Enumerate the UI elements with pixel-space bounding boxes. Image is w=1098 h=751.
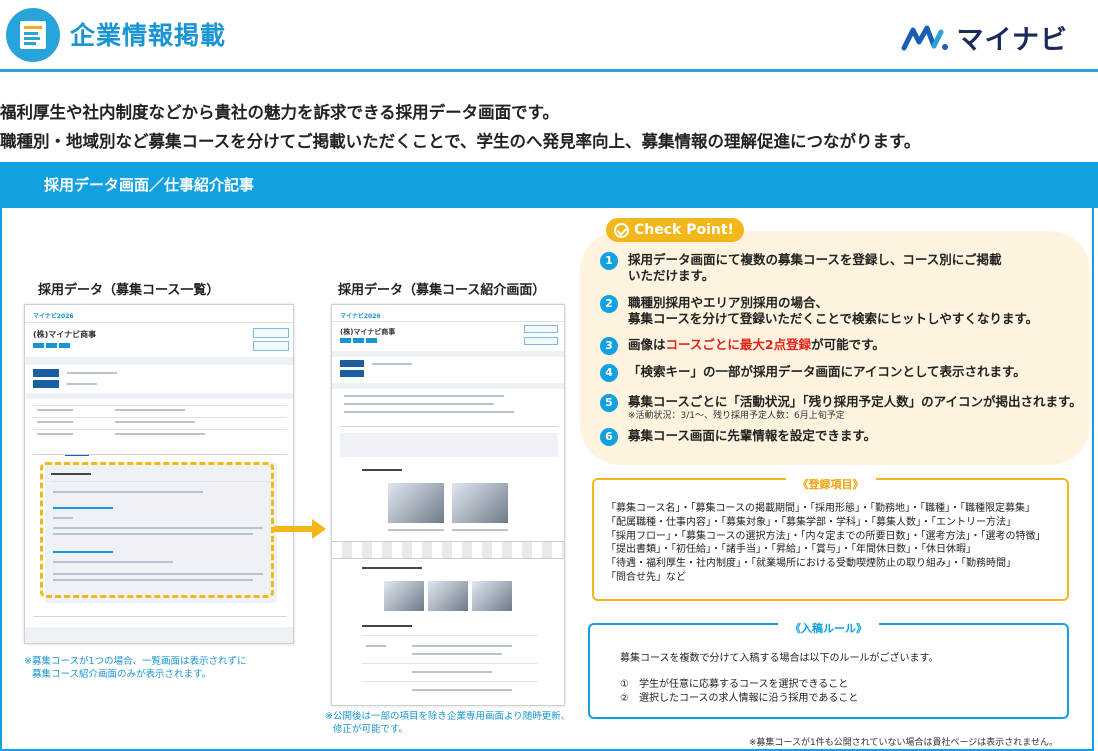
checkpoint-text: 募集コース画面に先輩情報を設定できます。 xyxy=(628,428,877,443)
checkpoint-text: いただけます。 xyxy=(628,268,715,283)
left-screen-caption: 採用データ（募集コース一覧） xyxy=(38,283,220,298)
checkpoint-item: 6 募集コース画面に先輩情報を設定できます。 xyxy=(600,428,876,446)
checkpoint-item: 1 採用データ画面にて複数の募集コースを登録し、コース別にご掲載 いただけます。 xyxy=(600,252,1002,284)
checkpoint-text: 職種別採用やエリア別採用の場合、 xyxy=(628,295,829,310)
right-note-line-2: 修正が可能です。 xyxy=(333,724,409,735)
rules-title: 《入稿ルール》 xyxy=(778,622,879,635)
checkpoint-highlight-text: コースごとに最大2点登録 xyxy=(665,337,812,352)
right-screen-note: ※公開後は一部の項目を除き企業専用画面より随時更新、 修正が可能です。 xyxy=(325,710,570,736)
section-band: 採用データ画面／仕事紹介記事 xyxy=(0,162,1098,208)
brand-name: マイナビ xyxy=(956,25,1068,56)
checkpoint-text: が可能です。 xyxy=(811,337,885,352)
footer-note: ※募集コースが1件も公開されていない場合は貴社ページは表示されません。 xyxy=(748,738,1058,748)
mini-company-name: (株)マイナビ商事 xyxy=(33,330,97,339)
course-detail-screenshot: マイナビ2026 (株)マイナビ商事 xyxy=(331,304,565,706)
registration-box: 《登録項目》 「募集コース名」・「募集コースの掲載期間」・「採用形態」・「勤務地… xyxy=(592,478,1069,601)
checkpoint-text: 「検索キー」の一部が採用データ画面にアイコンとして表示されます。 xyxy=(628,364,1026,379)
rules-item: ① 学生が任意に応募するコースを選択できること xyxy=(620,679,849,690)
registration-list: 「募集コース名」・「募集コースの掲載期間」・「採用形態」・「勤務地」・「職種」・… xyxy=(606,502,1061,585)
rules-lead: 募集コースを複数で分けて入稿する場合は以下のルールがございます。 xyxy=(620,653,939,664)
checkpoint-number: 6 xyxy=(600,428,618,446)
checkpoint-item: 2 職種別採用やエリア別採用の場合、 募集コースを分けて登録いただくことで検索に… xyxy=(600,295,1038,327)
checkpoint-text: 画像は xyxy=(628,337,666,352)
checkpoint-badge-label: Check Point! xyxy=(634,222,734,238)
mini-logo: マイナビ2026 xyxy=(33,313,74,320)
senior-photo-2 xyxy=(428,581,468,611)
right-screen-caption: 採用データ（募集コース紹介画面） xyxy=(338,283,546,298)
mynavi-logo-icon xyxy=(901,25,948,50)
left-note-line-2: 募集コース紹介画面のみが表示されます。 xyxy=(32,669,212,680)
registration-title: 《登録項目》 xyxy=(785,478,876,491)
intro-line-2: 職種別・地域別など募集コースを分けてご掲載いただくことで、学生のへ発見率向上、募… xyxy=(0,132,921,151)
right-note-line-1: ※公開後は一部の項目を除き企業専用画面より随時更新、 xyxy=(325,711,571,722)
checkpoint-badge: Check Point! xyxy=(606,218,744,242)
rules-box: 《入稿ルール》 募集コースを複数で分けて入稿する場合は以下のルールがございます。… xyxy=(588,622,1069,719)
checkpoint-item: 5 募集コースごとに「活動状況」「残り採用予定人数」のアイコンが掲出されます。 … xyxy=(600,394,1082,422)
checkpoint-item: 4 「検索キー」の一部が採用データ画面にアイコンとして表示されます。 xyxy=(600,364,1026,382)
checkpoint-text: 募集コースを分けて登録いただくことで検索にヒットしやすくなります。 xyxy=(628,311,1039,326)
registration-line: 「採用フロー」・「募集コースの選択方法」・「内々定までの所要日数」・「選考方法」… xyxy=(606,530,1046,542)
checkpoint-number: 1 xyxy=(600,252,618,270)
intro-text: 福利厚生や社内制度などから貴社の魅力を訴求できる採用データ画面です。 職種別・地… xyxy=(0,98,1098,156)
page-header: 企業情報掲載 マイナビ xyxy=(0,0,1098,72)
checkpoint-text: 募集コースごとに「活動状況」「残り採用予定人数」のアイコンが掲出されます。 xyxy=(628,394,1082,409)
arrow-right-icon xyxy=(274,519,326,539)
checkpoint-subnote: ※活動状況：3/1～、残り採用予定人数：6月上旬予定 xyxy=(628,411,845,421)
check-circle-icon xyxy=(614,222,629,238)
checkpoint-text: 採用データ画面にて複数の募集コースを登録し、コース別にご掲載 xyxy=(628,252,1002,267)
course-list-highlight xyxy=(40,462,274,598)
registration-line: 「提出書類」・「初任給」・「諸手当」・「昇給」・「賞与」・「年間休日数」・「休日… xyxy=(606,544,976,556)
left-note-line-1: ※募集コースが1つの場合、一覧画面は表示されずに xyxy=(24,656,247,667)
senior-photo-1 xyxy=(384,581,424,611)
checkpoint-number: 3 xyxy=(600,337,618,355)
registration-line: 「問合せ先」など xyxy=(606,571,686,583)
mini-logo-right: マイナビ2026 xyxy=(340,313,381,320)
intro-line-1: 福利厚生や社内制度などから貴社の魅力を訴求できる採用データ画面です。 xyxy=(0,103,560,122)
senior-photo-3 xyxy=(472,581,512,611)
registration-line: 「配属職種・仕事内容」・「募集対象」・「募集学部・学科」・「募集人数」・「エント… xyxy=(606,516,1016,528)
registration-line: 「待遇・福利厚生・社内制度」・「就業場所における受動喫煙防止の取り組み」・「勤務… xyxy=(606,558,1016,570)
checkpoint-number: 5 xyxy=(600,394,618,412)
page-title: 企業情報掲載 xyxy=(70,21,227,50)
document-icon xyxy=(6,8,60,62)
rules-item: ② 選択したコースの求人情報に沿う採用であること xyxy=(620,693,859,704)
course-photo-1 xyxy=(388,483,444,523)
checkpoint-number: 4 xyxy=(600,364,618,382)
section-title: 採用データ画面／仕事紹介記事 xyxy=(44,176,255,194)
course-photo-2 xyxy=(452,483,508,523)
mini-company-name-right: (株)マイナビ商事 xyxy=(340,328,396,336)
registration-line: 「募集コース名」・「募集コースの掲載期間」・「採用形態」・「勤務地」・「職種」・… xyxy=(606,503,1035,514)
brand-logo: マイナビ xyxy=(901,18,1068,57)
checkpoint-item: 3 画像はコースごとに最大2点登録が可能です。 xyxy=(600,337,885,355)
left-screen-note: ※募集コースが1つの場合、一覧画面は表示されずに 募集コース紹介画面のみが表示さ… xyxy=(24,655,247,681)
checkpoint-number: 2 xyxy=(600,295,618,313)
